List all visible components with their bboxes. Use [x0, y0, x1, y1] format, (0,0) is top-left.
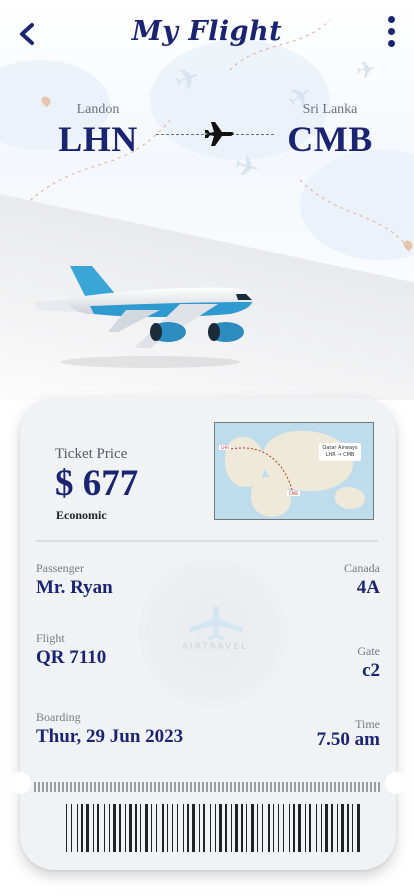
perforation-line [34, 782, 382, 792]
departure-city: Landon LHN [28, 102, 168, 160]
watermark-text: AIRTRAVEL [181, 642, 249, 652]
seat-number: 4A [356, 577, 380, 598]
arrival-code: CMB [287, 119, 373, 159]
boarding-label: Boarding [36, 710, 81, 724]
boarding-time: 7.50 am [316, 729, 380, 750]
map-flight-path [230, 447, 294, 494]
seat-label: Canada [344, 561, 380, 575]
departure-city-name: Landon [76, 102, 120, 117]
gate-label: Gate [357, 644, 380, 658]
ticket-notch [9, 772, 31, 794]
passenger-label: Passenger [36, 561, 84, 575]
page-title: My Flight [131, 16, 283, 47]
airplane-illustration [34, 266, 254, 368]
travel-class: Economic [56, 508, 107, 522]
ticket-price-label: Ticket Price [55, 446, 128, 462]
departure-code: LHN [58, 119, 138, 159]
top-bar: My Flight [0, 14, 414, 54]
gate-number: c2 [362, 660, 380, 681]
flight-number: QR 7110 [36, 647, 107, 668]
map-card-route: LHR → CMB [325, 452, 355, 458]
map-destination-tag: CMB [287, 491, 300, 496]
flight-route: Landon LHN Sri Lanka CMB [0, 102, 414, 172]
barcode[interactable] [66, 804, 364, 852]
route-map[interactable]: LHR CMB Qatar Airways LHR → CMB [214, 422, 374, 520]
arrival-city: Sri Lanka CMB [260, 102, 400, 160]
boarding-date: Thur, 29 Jun 2023 [36, 726, 184, 747]
map-card-title: Qatar Airways [322, 445, 358, 451]
boarding-pass-card[interactable]: Ticket Price $ 677 Economic LHR CMB Qata… [9, 398, 407, 870]
airplane-icon [204, 122, 234, 146]
divider [36, 540, 378, 542]
watermark-airplane-icon [190, 606, 242, 640]
map-origin-tag: LHR [219, 445, 232, 450]
arrival-city-name: Sri Lanka [302, 102, 358, 117]
more-vertical-icon[interactable] [386, 16, 396, 50]
passenger-name: Mr. Ryan [36, 577, 113, 598]
ticket-price: $ 677 [55, 463, 139, 504]
map-info-card: Qatar Airways LHR → CMB [319, 443, 361, 461]
flight-label: Flight [36, 631, 65, 645]
ticket-notch [385, 772, 407, 794]
